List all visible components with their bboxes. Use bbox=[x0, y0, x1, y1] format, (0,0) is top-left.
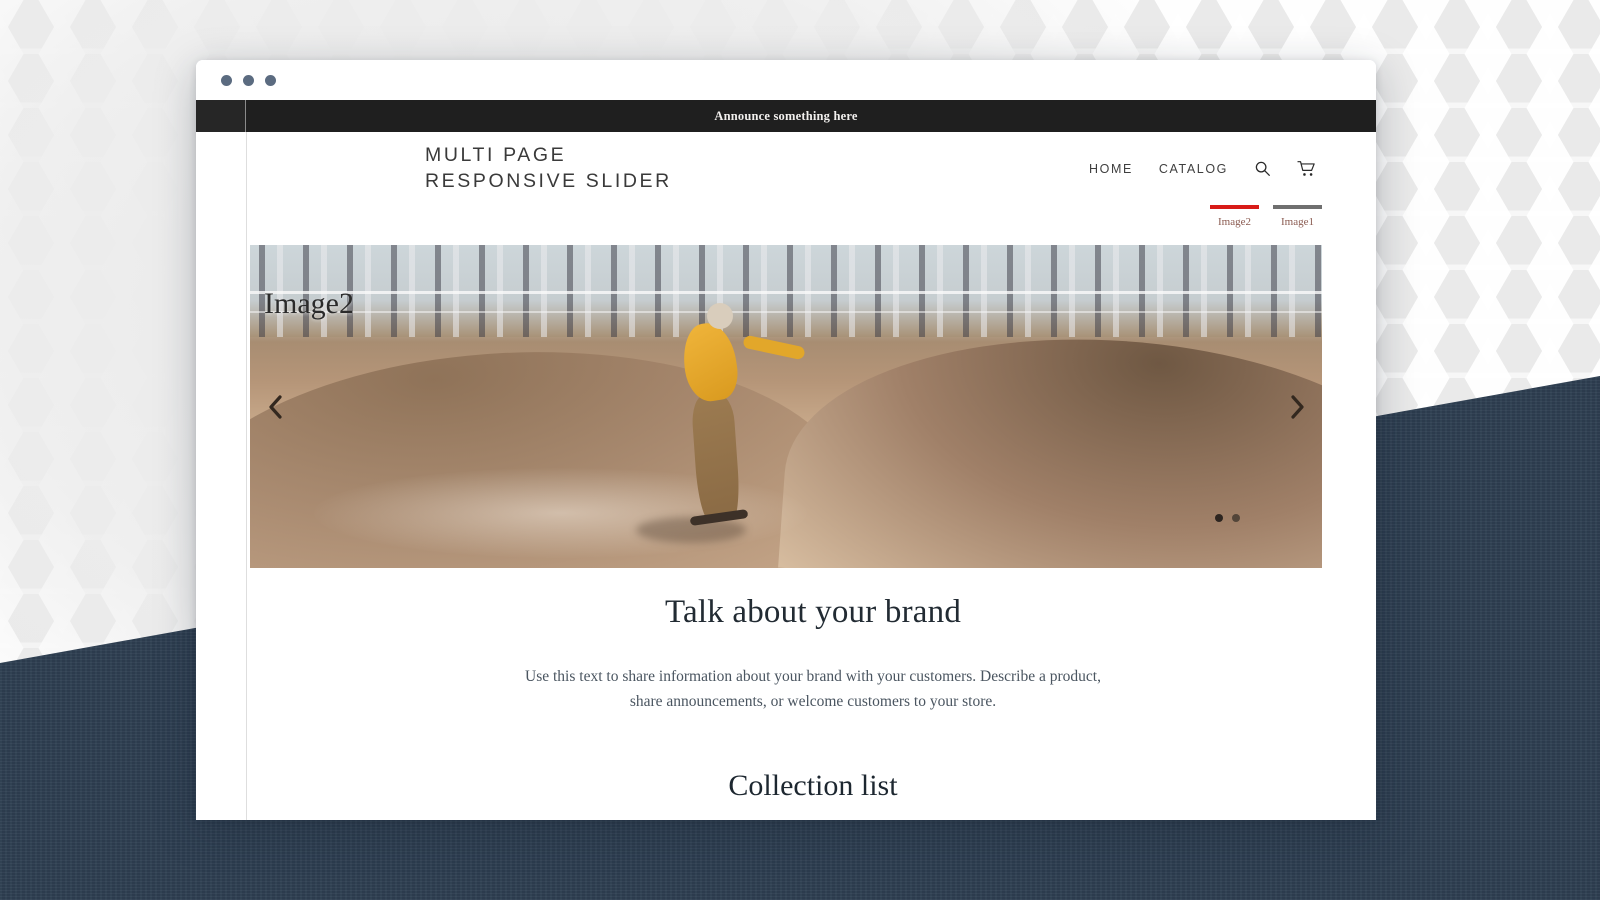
page-gutter-divider bbox=[246, 100, 247, 820]
slide-tab-switcher: Image2 Image1 bbox=[196, 205, 1376, 245]
slide-tab-indicator-active bbox=[1210, 205, 1259, 209]
hero-skate-bowl-right bbox=[778, 318, 1322, 568]
window-close-dot[interactable] bbox=[221, 74, 232, 86]
browser-titlebar bbox=[196, 60, 1376, 100]
hero-slide-image-skatepark bbox=[250, 245, 1322, 568]
cart-icon[interactable] bbox=[1297, 160, 1316, 177]
announcement-text: Announce something here bbox=[714, 108, 858, 123]
hero-skater-arm bbox=[742, 334, 806, 361]
slide-tab-indicator-inactive bbox=[1273, 205, 1322, 209]
site-logo[interactable]: MULTI PAGE RESPONSIVE SLIDER bbox=[425, 143, 672, 194]
hero-pagination-dots bbox=[1215, 514, 1240, 522]
chevron-left-icon[interactable] bbox=[260, 390, 290, 424]
hero-railing-lower bbox=[250, 311, 1322, 313]
nav-link-home[interactable]: HOME bbox=[1089, 162, 1133, 176]
slide-tab-label: Image1 bbox=[1281, 216, 1314, 228]
hero-slide-caption: Image2 bbox=[264, 287, 354, 320]
hero-slider[interactable]: Image2 bbox=[250, 245, 1322, 568]
brand-section: Talk about your brand Use this text to s… bbox=[196, 568, 1376, 715]
main-navigation: HOME CATALOG bbox=[1089, 160, 1316, 177]
nav-link-catalog[interactable]: CATALOG bbox=[1159, 162, 1228, 176]
slide-tab-image2[interactable]: Image2 bbox=[1210, 205, 1259, 228]
browser-window: Announce something here MULTI PAGE RESPO… bbox=[196, 60, 1376, 820]
slide-tab-image1[interactable]: Image1 bbox=[1273, 205, 1322, 228]
collection-heading: Collection list bbox=[728, 769, 898, 803]
window-minimize-dot[interactable] bbox=[243, 74, 254, 86]
announcement-bar-gutter bbox=[196, 100, 246, 132]
desktop-backdrop: Announce something here MULTI PAGE RESPO… bbox=[0, 0, 1600, 900]
slide-tab-label: Image2 bbox=[1218, 216, 1251, 228]
announcement-bar[interactable]: Announce something here bbox=[196, 100, 1376, 132]
hero-dot-1[interactable] bbox=[1215, 514, 1223, 522]
page-viewport: Announce something here MULTI PAGE RESPO… bbox=[196, 100, 1376, 820]
brand-heading: Talk about your brand bbox=[664, 594, 962, 630]
window-maximize-dot[interactable] bbox=[265, 74, 276, 86]
hero-railing bbox=[250, 291, 1322, 294]
collection-section: Collection list bbox=[196, 769, 1376, 820]
chevron-right-icon[interactable] bbox=[1282, 390, 1312, 424]
search-icon[interactable] bbox=[1254, 160, 1271, 177]
hero-skater-head bbox=[706, 303, 733, 329]
brand-body-text: Use this text to share information about… bbox=[525, 668, 1101, 711]
site-header: MULTI PAGE RESPONSIVE SLIDER HOME CATALO… bbox=[196, 132, 1376, 205]
hero-dot-2[interactable] bbox=[1232, 514, 1240, 522]
